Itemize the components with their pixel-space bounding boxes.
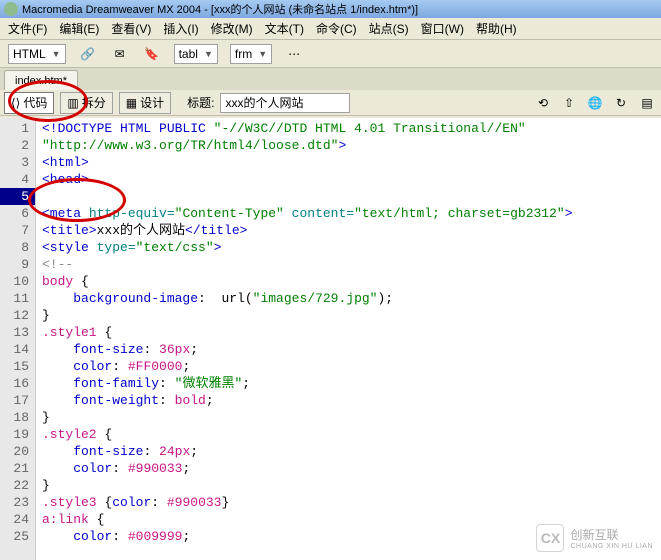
upload-icon[interactable]: ⇧ xyxy=(559,93,579,113)
title-label: 标题: xyxy=(187,94,214,111)
menu-item[interactable]: 编辑(E) xyxy=(59,20,99,37)
menu-item[interactable]: 窗口(W) xyxy=(421,20,464,37)
anchor-icon[interactable]: 🔖 xyxy=(142,44,162,64)
refresh-icon[interactable]: ↻ xyxy=(611,93,631,113)
code-editor[interactable]: 1234567891011121314151617181920212223242… xyxy=(0,118,661,560)
menu-item[interactable]: 查看(V) xyxy=(111,20,151,37)
line-gutter: 1234567891011121314151617181920212223242… xyxy=(0,118,36,560)
watermark: CX 创新互联 CHUANG XIN HU LIAN xyxy=(536,524,653,552)
nav-icon[interactable]: ⟲ xyxy=(533,93,553,113)
menu-item[interactable]: 站点(S) xyxy=(369,20,409,37)
email-icon[interactable]: ✉ xyxy=(110,44,130,64)
menu-item[interactable]: 文件(F) xyxy=(8,20,47,37)
title-bar: Macromedia Dreamweaver MX 2004 - [xxx的个人… xyxy=(0,0,661,18)
split-view-icon: ▥ xyxy=(67,96,78,110)
document-tab[interactable]: index.htm* xyxy=(4,70,78,90)
app-icon xyxy=(4,2,18,16)
menu-item[interactable]: 修改(M) xyxy=(211,20,253,37)
code-view-icon: ⟨⟩ xyxy=(11,96,20,110)
title-input[interactable] xyxy=(220,93,350,113)
document-toolbar: ⟨⟩ 代码 ▥ 拆分 ▦ 设计 标题: ⟲ ⇧ 🌐 ↻ ▤ xyxy=(0,90,661,116)
menu-item[interactable]: 帮助(H) xyxy=(476,20,517,37)
insert-toolbar: HTML▼ 🔗 ✉ 🔖 tabl▼ frm▼ ⋯ xyxy=(0,40,661,68)
menu-item[interactable]: 文本(T) xyxy=(265,20,304,37)
code-content[interactable]: <!DOCTYPE HTML PUBLIC "-//W3C//DTD HTML … xyxy=(36,118,661,560)
code-view-label: 代码 xyxy=(23,94,47,111)
document-tab-bar: index.htm* xyxy=(0,68,661,90)
design-view-icon: ▦ xyxy=(126,96,137,110)
menu-item[interactable]: 插入(I) xyxy=(163,20,198,37)
design-view-label: 设计 xyxy=(140,94,164,111)
split-view-button[interactable]: ▥ 拆分 xyxy=(60,92,112,114)
insert-mode-selector[interactable]: HTML▼ xyxy=(8,44,66,64)
hyperlink-icon[interactable]: 🔗 xyxy=(78,44,98,64)
design-view-button[interactable]: ▦ 设计 xyxy=(119,92,171,114)
code-view-button[interactable]: ⟨⟩ 代码 xyxy=(4,92,54,114)
watermark-logo: CX xyxy=(536,524,564,552)
menu-item[interactable]: 命令(C) xyxy=(316,20,357,37)
more-icon[interactable]: ⋯ xyxy=(284,44,304,64)
options-icon[interactable]: ▤ xyxy=(637,93,657,113)
menu-bar: 文件(F) 编辑(E) 查看(V) 插入(I) 修改(M) 文本(T) 命令(C) 站点(S)… xyxy=(0,18,661,40)
table-dropdown[interactable]: tabl▼ xyxy=(174,44,218,64)
window-title: Macromedia Dreamweaver MX 2004 - [xxx的个人… xyxy=(22,1,418,17)
split-view-label: 拆分 xyxy=(82,94,106,111)
form-dropdown[interactable]: frm▼ xyxy=(230,44,272,64)
browser-preview-icon[interactable]: 🌐 xyxy=(585,93,605,113)
